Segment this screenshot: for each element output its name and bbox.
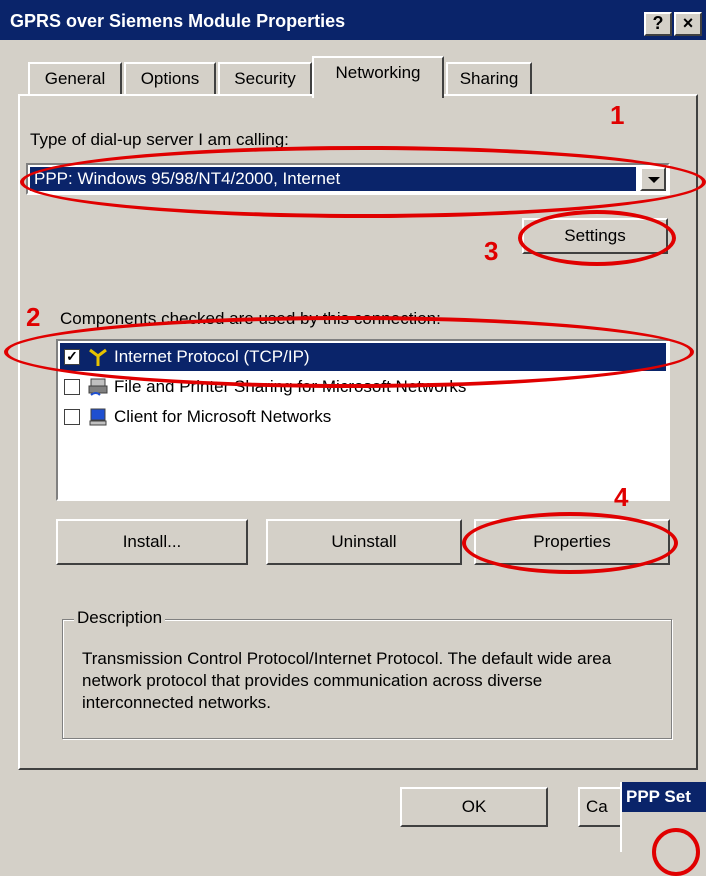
annotation-oval-2	[4, 316, 694, 388]
ok-button[interactable]: OK	[400, 787, 548, 827]
uninstall-button[interactable]: Uninstall	[266, 519, 462, 565]
overlay-window-title: PPP Set	[622, 782, 706, 812]
annotation-oval-4	[462, 512, 678, 574]
annotation-number-2: 2	[26, 302, 41, 332]
description-title: Description	[74, 608, 166, 628]
help-button[interactable]: ?	[644, 12, 672, 36]
tab-networking[interactable]: Networking	[312, 56, 444, 98]
checkbox[interactable]	[64, 379, 80, 395]
annotation-number-3: 3	[484, 236, 499, 266]
tab-options[interactable]: Options	[124, 62, 216, 94]
annotation-oval-5	[652, 828, 700, 876]
install-button[interactable]: Install...	[56, 519, 248, 565]
window-title: GPRS over Siemens Module Properties	[10, 11, 346, 31]
printer-share-icon	[88, 378, 108, 396]
description-text: Transmission Control Protocol/Internet P…	[82, 649, 612, 712]
checkbox[interactable]	[64, 409, 80, 425]
annotation-oval-3	[518, 210, 676, 266]
tab-security[interactable]: Security	[218, 62, 312, 94]
annotation-number-4: 4	[614, 482, 629, 512]
annotation-oval-1	[20, 146, 706, 218]
tab-general[interactable]: General	[28, 62, 122, 94]
tab-sharing[interactable]: Sharing	[446, 62, 532, 94]
computer-icon	[89, 408, 107, 426]
close-button[interactable]: ×	[674, 12, 702, 36]
list-item[interactable]: Client for Microsoft Networks	[60, 403, 666, 431]
annotation-number-1: 1	[610, 100, 625, 130]
list-item-label: Client for Microsoft Networks	[114, 407, 332, 426]
